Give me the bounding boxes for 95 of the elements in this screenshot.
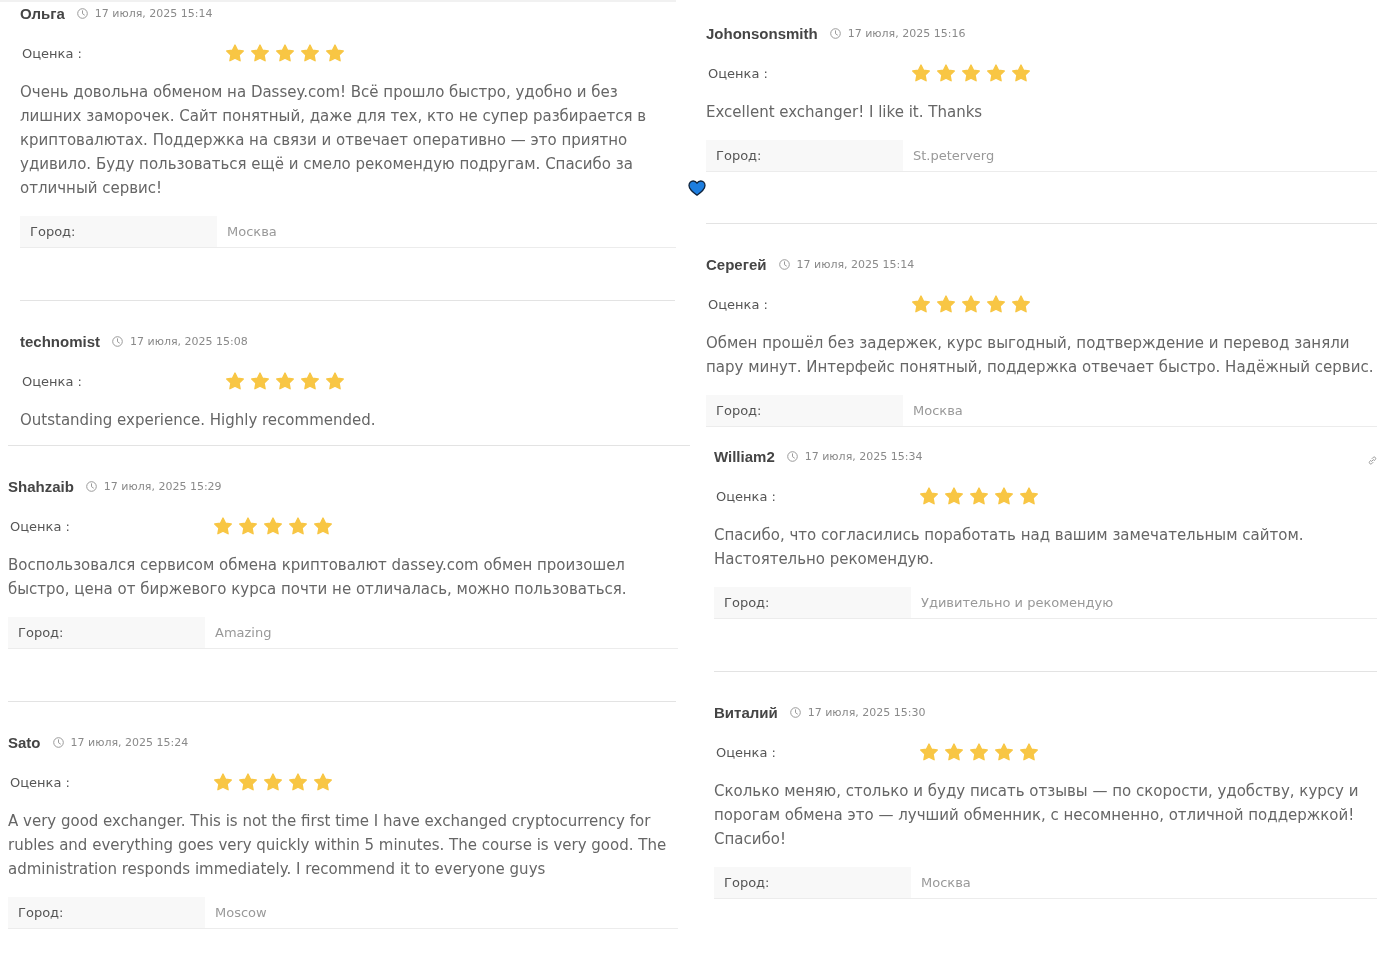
review-date: 17 июля, 2025 15:14 — [94, 6, 213, 20]
review-text: Обмен прошёл без задержек, курс выгодный, подтверждение и перевод заняли пару минут. Интерфейс понятный, поддержка отвечает быстро. Надёжный сервис. — [706, 333, 1375, 378]
star-icon — [1020, 487, 1038, 505]
city-label: Город: — [714, 867, 911, 898]
rating-label: Оценка : — [9, 518, 71, 534]
review-text: Outstanding experience. Highly recommended. — [20, 410, 376, 431]
review-date: 17 июля, 2025 15:30 — [807, 705, 926, 719]
rating-label: Оценка : — [715, 744, 777, 760]
author-name: William2 — [714, 447, 775, 465]
review-date: 17 июля, 2025 15:29 — [103, 479, 222, 493]
city-label: Город: — [8, 617, 205, 648]
author-name: Ольга — [20, 4, 65, 22]
city-value: Удивительно и рекомендую — [920, 594, 1114, 612]
star-icon — [912, 295, 930, 313]
star-icon — [301, 44, 319, 62]
star-icon — [239, 517, 257, 535]
city-value: St.peterverg — [912, 147, 995, 165]
city-label: Город: — [706, 395, 903, 426]
star-icon — [214, 517, 232, 535]
rating-label: Оценка : — [707, 65, 769, 81]
review-text: Спасибо, что согласились поработать над вашим замечательным сайтом. Настоятельно рекомендую. — [714, 525, 1305, 570]
star-icon — [970, 487, 988, 505]
star-icon — [289, 517, 307, 535]
city-label: Город: — [714, 587, 911, 618]
clock-icon — [76, 7, 88, 19]
star-icon — [995, 743, 1013, 761]
author-name: Sato — [8, 733, 41, 751]
star-icon — [214, 773, 232, 791]
star-icon — [970, 743, 988, 761]
city-label: Город: — [8, 897, 205, 928]
city-value: Moscow — [214, 904, 267, 922]
star-icon — [276, 372, 294, 390]
star-icon — [995, 487, 1013, 505]
clock-icon — [829, 27, 841, 39]
city-label: Город: — [20, 216, 217, 247]
rating-label: Оценка : — [21, 45, 83, 61]
review-date: 17 июля, 2025 15:14 — [796, 257, 915, 271]
author-name: technomist — [20, 332, 100, 350]
clock-icon — [778, 258, 790, 270]
review-text: Очень довольна обменом на Dassey.com! Всё прошло быстро, удобно и без лишних заморочек. Сайт понятный, даже для тех, кто не супер разбирается в криптовалютах. Поддержка на связи и отвечает оперативно — это приятно удивило. Буду пользоваться ещё и смело рекомендую подругам. Спасибо за отличный сервис! — [20, 82, 648, 199]
review-date: 17 июля, 2025 15:24 — [70, 735, 189, 749]
star-icon — [1012, 64, 1030, 82]
star-icon — [987, 64, 1005, 82]
author-name: Виталий — [714, 703, 778, 721]
star-icon — [264, 517, 282, 535]
star-icon — [962, 295, 980, 313]
clock-icon — [789, 706, 801, 718]
rating-label: Оценка : — [21, 373, 83, 389]
author-name: Серегей — [706, 255, 767, 273]
star-icon — [937, 295, 955, 313]
star-icon — [251, 44, 269, 62]
star-icon — [326, 372, 344, 390]
author-name: Shahzaib — [8, 477, 74, 495]
star-icon — [301, 372, 319, 390]
star-icon — [1012, 295, 1030, 313]
rating-label: Оценка : — [715, 488, 777, 504]
review-date: 17 июля, 2025 15:16 — [847, 26, 966, 40]
review-date: 17 июля, 2025 15:34 — [804, 449, 923, 463]
star-icon — [937, 64, 955, 82]
review-text: Сколько меняю, столько и буду писать отзывы — по скорости, удобству, курсу и порогам обмена это — лучший обменник, с несомненно, отличной поддержкой! Спасибо! — [714, 781, 1360, 850]
star-icon — [239, 773, 257, 791]
star-icon — [326, 44, 344, 62]
review-text: A very good exchanger. This is not the first time I have exchanged cryptocurrency for rubles and everything goes very quickly within 5 minutes. The course is very good. The administration responds immediately. I recommend it to everyone guys — [8, 811, 668, 880]
city-value: Москва — [920, 874, 971, 892]
star-icon — [1020, 743, 1038, 761]
star-icon — [251, 372, 269, 390]
rating-label: Оценка : — [707, 296, 769, 312]
star-icon — [987, 295, 1005, 313]
city-value: Москва — [226, 223, 277, 241]
star-icon — [945, 743, 963, 761]
clock-icon — [85, 480, 97, 492]
clock-icon — [52, 736, 64, 748]
star-icon — [264, 773, 282, 791]
star-icon — [912, 64, 930, 82]
review-text: Excellent exchanger! I like it. Thanks — [706, 102, 983, 123]
star-icon — [226, 44, 244, 62]
rating-label: Оценка : — [9, 774, 71, 790]
review-text: Воспользовался сервисом обмена криптовалют dassey.com обмен произошел быстро, цена от биржевого курса почти не отличалась, можно пользоваться. — [8, 555, 628, 600]
star-icon — [226, 372, 244, 390]
star-icon — [314, 773, 332, 791]
star-icon — [945, 487, 963, 505]
city-label: Город: — [706, 140, 903, 171]
clock-icon — [786, 450, 798, 462]
star-icon — [920, 487, 938, 505]
star-icon — [289, 773, 307, 791]
link-icon[interactable] — [1368, 455, 1377, 465]
star-icon — [962, 64, 980, 82]
clock-icon — [112, 335, 123, 347]
star-icon — [920, 743, 938, 761]
author-name: Johonsonsmith — [706, 24, 818, 42]
city-value: Москва — [912, 402, 963, 420]
review-date: 17 июля, 2025 15:08 — [130, 334, 248, 348]
star-icon — [276, 44, 294, 62]
city-value: Amazing — [214, 624, 272, 642]
star-icon — [314, 517, 332, 535]
